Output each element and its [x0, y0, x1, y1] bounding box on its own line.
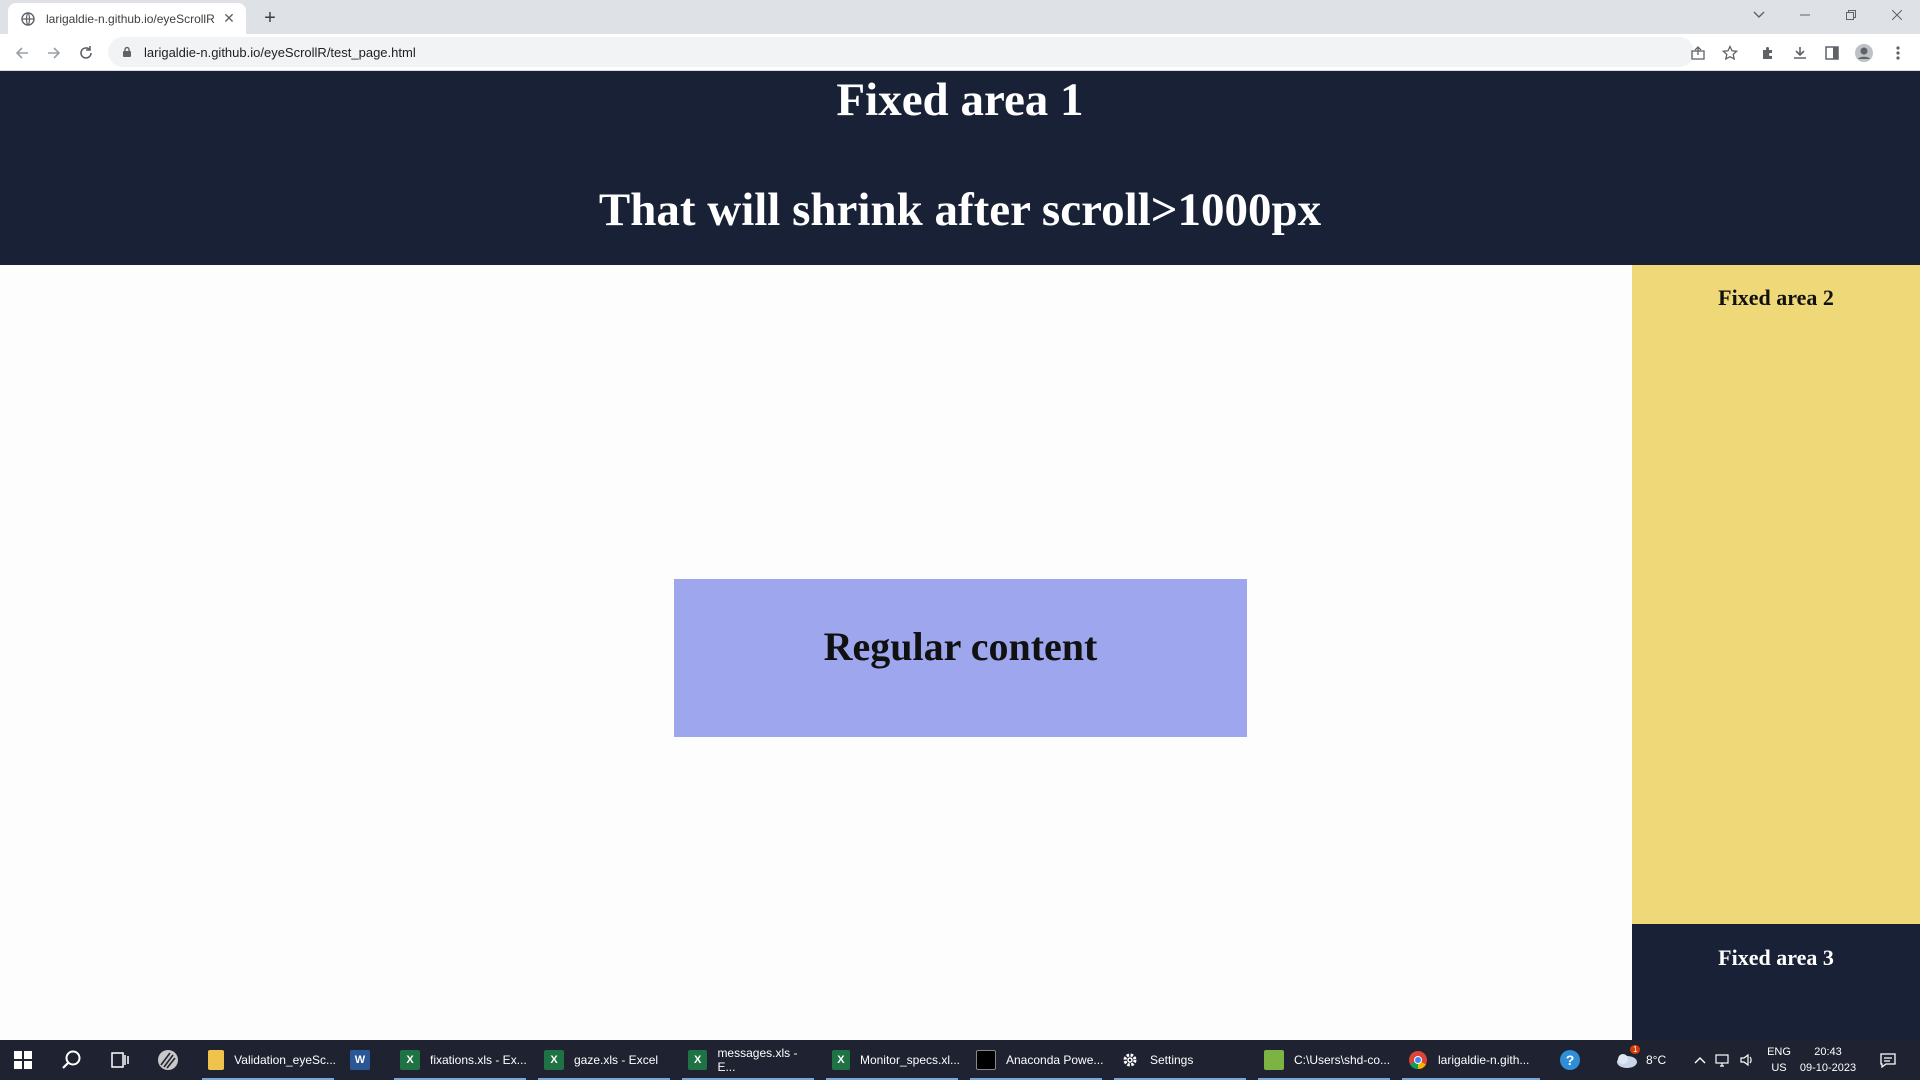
excel-icon: X: [400, 1050, 420, 1070]
lock-icon[interactable]: [120, 45, 134, 59]
profile-avatar-icon[interactable]: [1850, 39, 1878, 67]
address-bar[interactable]: larigaldie-n.github.io/eyeScrollR/test_p…: [108, 37, 1694, 67]
menu-kebab-icon[interactable]: [1884, 39, 1912, 67]
share-icon[interactable]: [1684, 39, 1712, 67]
fixed-area-1-subtitle: That will shrink after scroll>1000px: [598, 184, 1322, 236]
web-page-viewport: Fixed area 1 That will shrink after scro…: [0, 71, 1920, 1040]
restore-icon[interactable]: [1828, 0, 1874, 30]
notification-center-icon[interactable]: [1870, 1040, 1906, 1080]
taskbar-app-label: Settings: [1150, 1053, 1194, 1067]
excel-icon: X: [544, 1050, 564, 1070]
close-tab-icon[interactable]: ✕: [220, 10, 238, 28]
globe-icon: [20, 11, 36, 27]
tab-strip: larigaldie-n.github.io/eyeScrollR ✕ +: [0, 0, 1920, 34]
help-icon[interactable]: ?: [1552, 1040, 1588, 1080]
search-icon[interactable]: [50, 1040, 94, 1080]
excel-icon: X: [688, 1050, 708, 1070]
taskbar-app-notepad[interactable]: C:\Users\shd-co...: [1256, 1040, 1392, 1080]
bookmark-star-icon[interactable]: [1716, 39, 1744, 67]
task-view-icon[interactable]: [98, 1040, 142, 1080]
side-panel-icon[interactable]: [1818, 39, 1846, 67]
clock-date: 09-10-2023: [1799, 1062, 1857, 1074]
taskbar-app-settings[interactable]: Settings: [1112, 1040, 1248, 1080]
regular-content-label: Regular content: [823, 624, 1098, 669]
weather-widget[interactable]: 1 8°C: [1614, 1040, 1666, 1080]
fixed-area-3: Fixed area 3: [1632, 924, 1920, 1040]
notepad-icon: [1264, 1050, 1284, 1070]
taskbar-app-messages[interactable]: X messages.xls - E...: [680, 1040, 816, 1080]
taskbar-app-monitor-specs[interactable]: X Monitor_specs.xl...: [824, 1040, 960, 1080]
taskbar-app-fixations[interactable]: X fixations.xls - Ex...: [392, 1040, 528, 1080]
chrome-icon: [1408, 1050, 1428, 1070]
weather-temp: 8°C: [1646, 1053, 1667, 1067]
browser-tab[interactable]: larigaldie-n.github.io/eyeScrollR ✕: [8, 3, 246, 34]
url-text: larigaldie-n.github.io/eyeScrollR/test_p…: [144, 44, 416, 60]
start-windows-icon[interactable]: [0, 1040, 46, 1080]
fixed-area-2: Fixed area 2: [1632, 265, 1920, 924]
taskbar-app-gaze[interactable]: X gaze.xls - Excel: [536, 1040, 672, 1080]
terminal-icon: [976, 1050, 996, 1070]
new-tab-button[interactable]: +: [258, 6, 282, 30]
taskbar-app-label: Anaconda Powe...: [1006, 1053, 1104, 1067]
taskbar-app-explorer[interactable]: Validation_eyeSc...: [200, 1040, 336, 1080]
download-icon[interactable]: [1786, 39, 1814, 67]
language-code: ENG: [1767, 1046, 1791, 1058]
word-icon: W: [350, 1050, 370, 1070]
pinned-app-icon[interactable]: [146, 1040, 190, 1080]
forward-arrow-icon[interactable]: [40, 39, 68, 67]
minimize-icon[interactable]: [1782, 0, 1828, 30]
browser-toolbar: larigaldie-n.github.io/eyeScrollR/test_p…: [0, 34, 1920, 71]
taskbar-app-label: gaze.xls - Excel: [574, 1053, 659, 1067]
fixed-area-1-title: Fixed area 1: [836, 74, 1084, 126]
back-arrow-icon[interactable]: [8, 39, 36, 67]
windows-taskbar: Validation_eyeSc... W X fixations.xls - …: [0, 1040, 1920, 1080]
taskbar-app-label: fixations.xls - Ex...: [430, 1053, 527, 1067]
taskbar-app-label: messages.xls - E...: [717, 1046, 798, 1074]
system-clock[interactable]: 20:43 09-10-2023: [1796, 1044, 1860, 1076]
gear-icon: [1120, 1050, 1140, 1070]
taskbar-app-word[interactable]: W: [342, 1040, 388, 1080]
weather-cloud-icon: 1: [1614, 1044, 1641, 1072]
taskbar-app-label: C:\Users\shd-co...: [1294, 1053, 1391, 1067]
reload-icon[interactable]: [72, 39, 100, 67]
taskbar-app-chrome[interactable]: larigaldie-n.gith...: [1400, 1040, 1542, 1080]
fixed-area-2-label: Fixed area 2: [1718, 285, 1834, 310]
excel-icon: X: [832, 1050, 850, 1070]
fixed-area-1: Fixed area 1 That will shrink after scro…: [0, 71, 1920, 265]
volume-icon[interactable]: [1736, 1040, 1758, 1080]
network-icon[interactable]: [1712, 1040, 1734, 1080]
tab-search-icon[interactable]: [1736, 0, 1782, 30]
taskbar-app-label: larigaldie-n.gith...: [1438, 1053, 1530, 1067]
folder-icon: [208, 1050, 225, 1070]
keyboard-region: US: [1771, 1062, 1787, 1074]
taskbar-app-label: Validation_eyeSc...: [234, 1053, 336, 1067]
close-window-icon[interactable]: [1874, 0, 1920, 30]
language-indicator[interactable]: ENG US: [1764, 1044, 1794, 1076]
taskbar-app-anaconda[interactable]: Anaconda Powe...: [968, 1040, 1104, 1080]
svg-text:?: ?: [1566, 1052, 1575, 1068]
show-hidden-icons-chevron-icon[interactable]: [1688, 1040, 1712, 1080]
fixed-area-3-label: Fixed area 3: [1718, 945, 1834, 970]
taskbar-app-label: Monitor_specs.xl...: [859, 1053, 960, 1067]
clock-time: 20:43: [1814, 1046, 1842, 1058]
tab-title: larigaldie-n.github.io/eyeScrollR: [46, 11, 215, 26]
notification-badge: 1: [1630, 1044, 1641, 1054]
regular-content-box: Regular content: [674, 579, 1247, 737]
extensions-puzzle-icon[interactable]: [1754, 39, 1782, 67]
